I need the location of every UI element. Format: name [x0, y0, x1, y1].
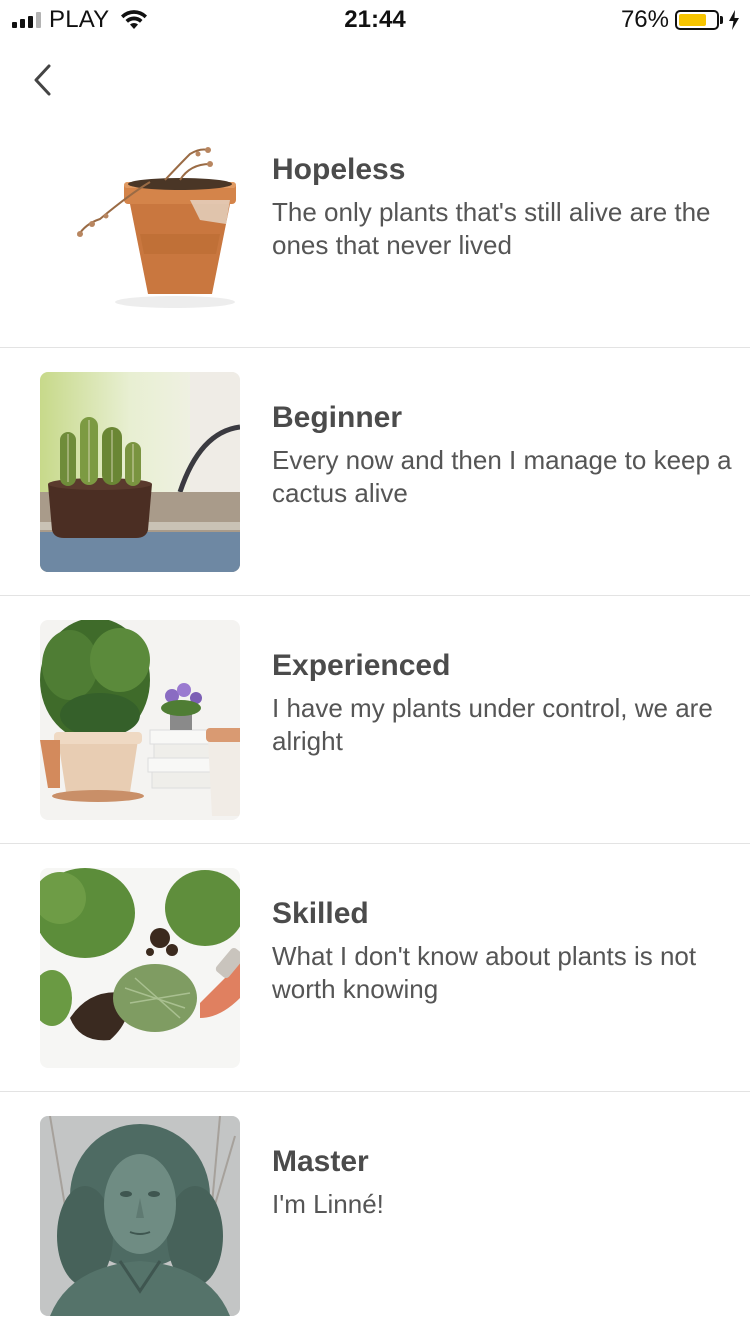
battery-percent: 76% [620, 6, 669, 33]
level-title: Hopeless [272, 153, 406, 186]
charging-bolt-icon [729, 10, 739, 30]
back-button[interactable] [22, 58, 62, 102]
level-description: I'm Linné! [272, 1189, 384, 1219]
level-description: Every now and then I manage to keep a ca… [272, 445, 732, 508]
level-title: Master [272, 1145, 369, 1178]
status-right: 76% [621, 6, 740, 34]
battery-icon [675, 10, 719, 30]
level-text: Skilled What I don't know about plants i… [272, 896, 732, 1006]
level-option-skilled[interactable]: Skilled What I don't know about plants i… [0, 844, 750, 1092]
linne-statue-image [40, 1116, 240, 1316]
battery-tip [720, 16, 723, 24]
level-description: I have my plants under control, we are a… [272, 693, 713, 756]
level-description: What I don't know about plants is not wo… [272, 941, 697, 1004]
level-text: Beginner Every now and then I manage to … [272, 400, 732, 510]
level-text: Experienced I have my plants under contr… [272, 648, 732, 758]
level-option-beginner[interactable]: Beginner Every now and then I manage to … [0, 348, 750, 596]
experience-level-list: Hopeless The only plants that's still al… [0, 100, 750, 1340]
potted-plants-image [40, 620, 240, 820]
battery-level-fill [679, 14, 707, 26]
level-title: Beginner [272, 401, 403, 434]
status-bar: PLAY 21:44 76% [0, 0, 750, 40]
level-option-master[interactable]: Master I'm Linné! [0, 1092, 750, 1340]
dead-plant-pot-image [40, 124, 240, 324]
chevron-left-icon [34, 64, 51, 96]
level-description: The only plants that's still alive are t… [272, 197, 711, 260]
repotting-herbs-image [40, 868, 240, 1068]
cactus-pot-image [40, 372, 240, 572]
level-text: Master I'm Linné! [272, 1144, 732, 1221]
level-option-experienced[interactable]: Experienced I have my plants under contr… [0, 596, 750, 844]
level-title: Experienced [272, 649, 451, 682]
level-option-hopeless[interactable]: Hopeless The only plants that's still al… [0, 100, 750, 348]
level-title: Skilled [272, 897, 369, 930]
level-text: Hopeless The only plants that's still al… [272, 152, 732, 262]
